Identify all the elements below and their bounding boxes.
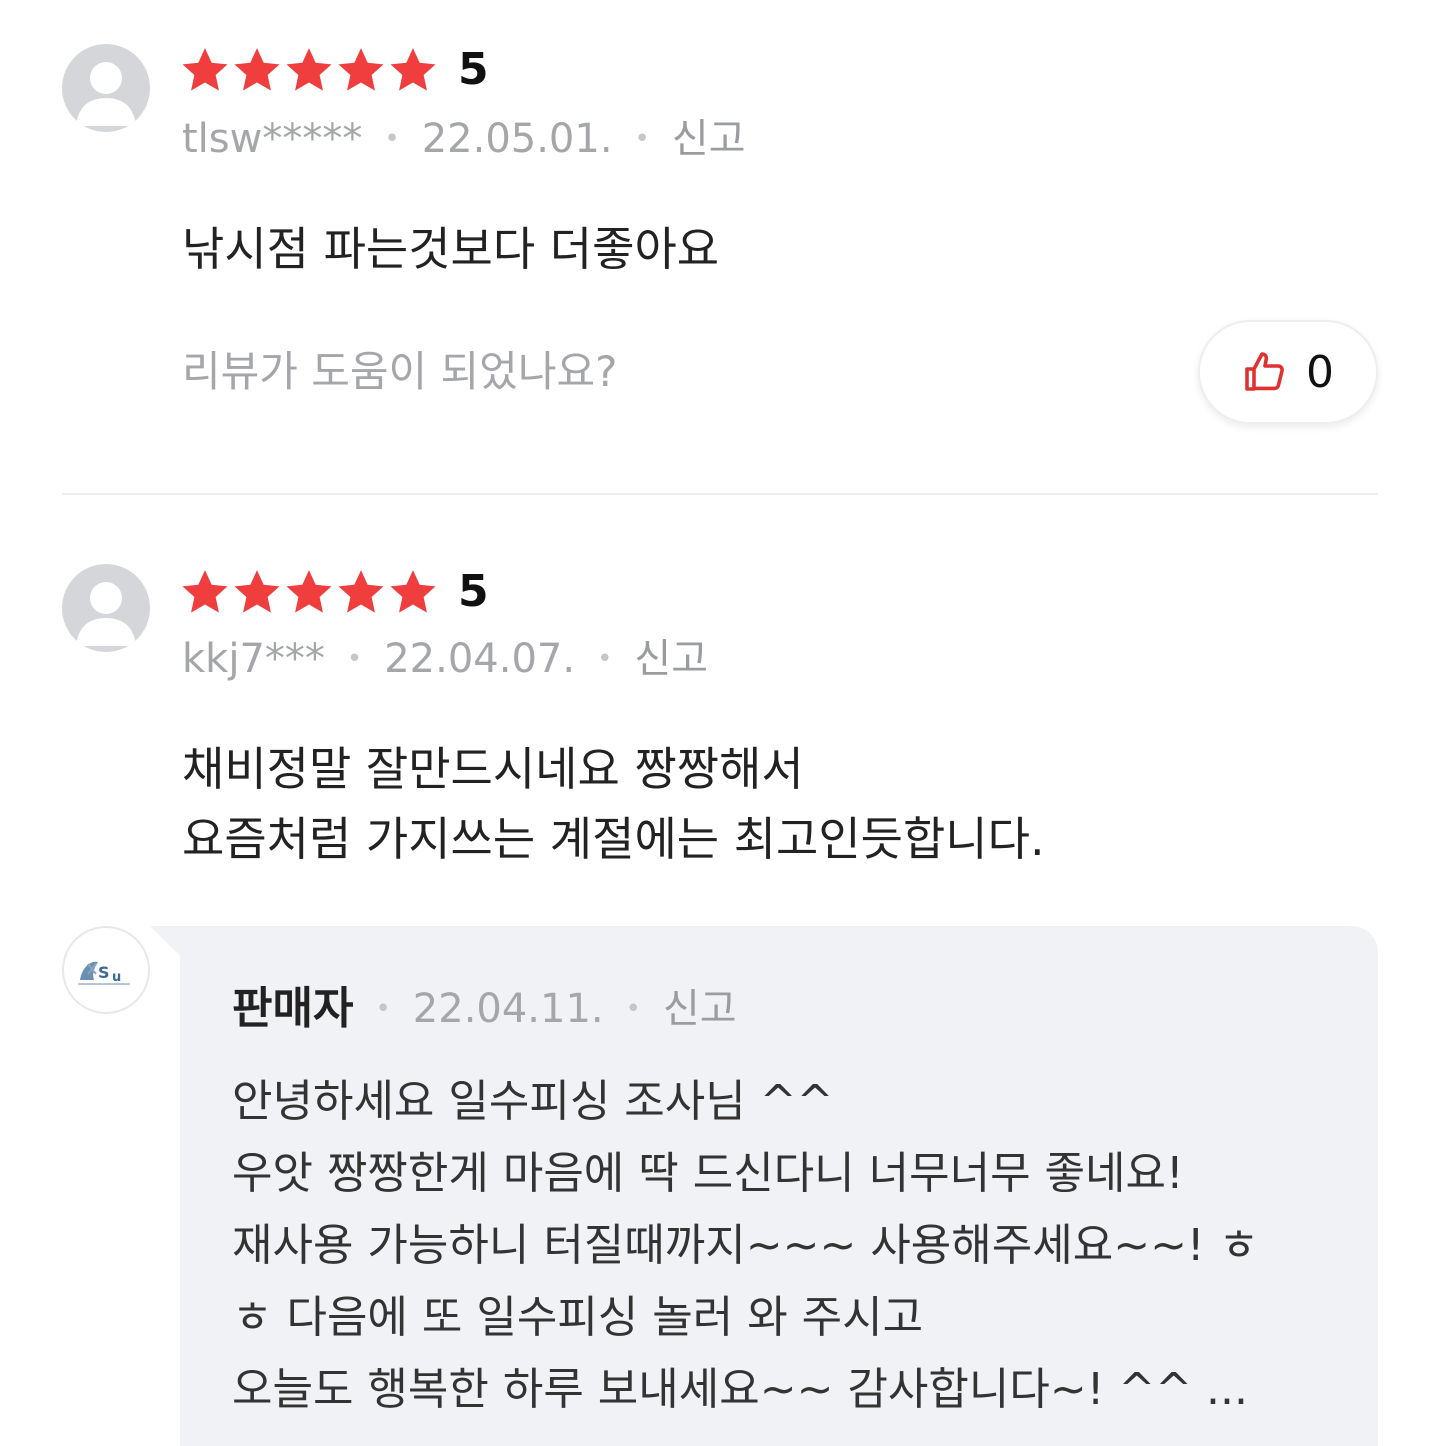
report-link[interactable]: 신고 <box>672 114 746 164</box>
star-icon <box>182 48 228 91</box>
reply-bubble-tail <box>150 926 182 958</box>
like-count: 0 <box>1306 346 1334 398</box>
reply-text-line: 안녕하세요 일수피싱 조사님 ^^ <box>232 1076 834 1127</box>
svg-text:S: S <box>98 963 110 982</box>
review-text: 낚시점 파는것보다 더좋아요 <box>182 214 719 284</box>
reviewer-id: tlsw***** <box>182 116 363 162</box>
user-avatar <box>62 44 150 132</box>
review-text: 채비정말 잘만드시네요 짱짱해서 요즘처럼 가지쓰는 계절에는 최고인듯합니다. <box>182 734 1045 874</box>
svg-text:u: u <box>112 970 121 985</box>
like-button[interactable]: 0 <box>1198 320 1378 424</box>
rating-stars: 5 <box>180 564 489 620</box>
star-icon <box>390 570 436 613</box>
review-meta: kkj7*** • 22.04.07. • 신고 <box>182 634 708 684</box>
separator-dot: • <box>384 124 400 154</box>
user-avatar <box>62 564 150 652</box>
report-link[interactable]: 신고 <box>634 634 708 684</box>
reply-text-line: 우앗 짱짱한게 마음에 딱 드신다니 너무너무 좋네요! <box>232 1148 1184 1199</box>
star-icon <box>234 570 280 613</box>
star-icon <box>338 570 384 613</box>
star-icon <box>182 570 228 613</box>
review-meta: tlsw***** • 22.05.01. • 신고 <box>182 114 746 164</box>
reviewer-id: kkj7*** <box>182 636 325 682</box>
seller-logo-icon: S u <box>78 961 130 985</box>
default-profile-icon <box>76 582 136 646</box>
seller-avatar: S u <box>62 926 150 1014</box>
star-icon <box>338 48 384 91</box>
rating-value: 5 <box>458 566 489 617</box>
star-icon <box>390 48 436 91</box>
reply-text-line: ㅎ 다음에 또 일수피싱 놀러 와 주시고 <box>232 1292 924 1343</box>
thumbs-up-icon <box>1245 352 1284 391</box>
star-icon <box>286 48 332 91</box>
star-icon <box>286 570 332 613</box>
star-icon <box>234 48 280 91</box>
rating-value: 5 <box>458 44 489 95</box>
separator-dot: • <box>634 124 650 154</box>
review-text-line: 낚시점 파는것보다 더좋아요 <box>182 222 720 276</box>
helpful-prompt: 리뷰가 도움이 되었나요? <box>182 347 618 396</box>
review-text-line: 채비정말 잘만드시네요 짱짱해서 <box>182 742 804 796</box>
review-date: 22.05.01. <box>421 116 613 162</box>
seller-label: 판매자 <box>232 983 354 1034</box>
seller-reply-text: 안녕하세요 일수피싱 조사님 ^^ 우앗 짱짱한게 마음에 딱 드신다니 너무너… <box>232 1066 1342 1426</box>
separator-dot: • <box>375 994 391 1024</box>
seller-reply-meta: 판매자 • 22.04.11. • 신고 <box>232 982 737 1036</box>
separator-dot: • <box>625 994 641 1024</box>
separator-dot: • <box>346 644 363 674</box>
separator-dot: • <box>597 644 613 674</box>
review-divider <box>62 493 1378 495</box>
reply-text-line: 오늘도 행복한 하루 보내세요~~ 감사합니다~! ^^ ... <box>232 1364 1249 1415</box>
rating-stars: 5 <box>180 42 489 98</box>
report-link[interactable]: 신고 <box>663 982 737 1036</box>
review-date: 22.04.07. <box>384 636 576 682</box>
review-text-line: 요즘처럼 가지쓰는 계절에는 최고인듯합니다. <box>182 812 1045 866</box>
reply-date: 22.04.11. <box>412 986 604 1032</box>
default-profile-icon <box>76 62 136 126</box>
reply-text-line: 재사용 가능하니 터질때까지~~~ 사용해주세요~~! ㅎ <box>232 1220 1260 1271</box>
